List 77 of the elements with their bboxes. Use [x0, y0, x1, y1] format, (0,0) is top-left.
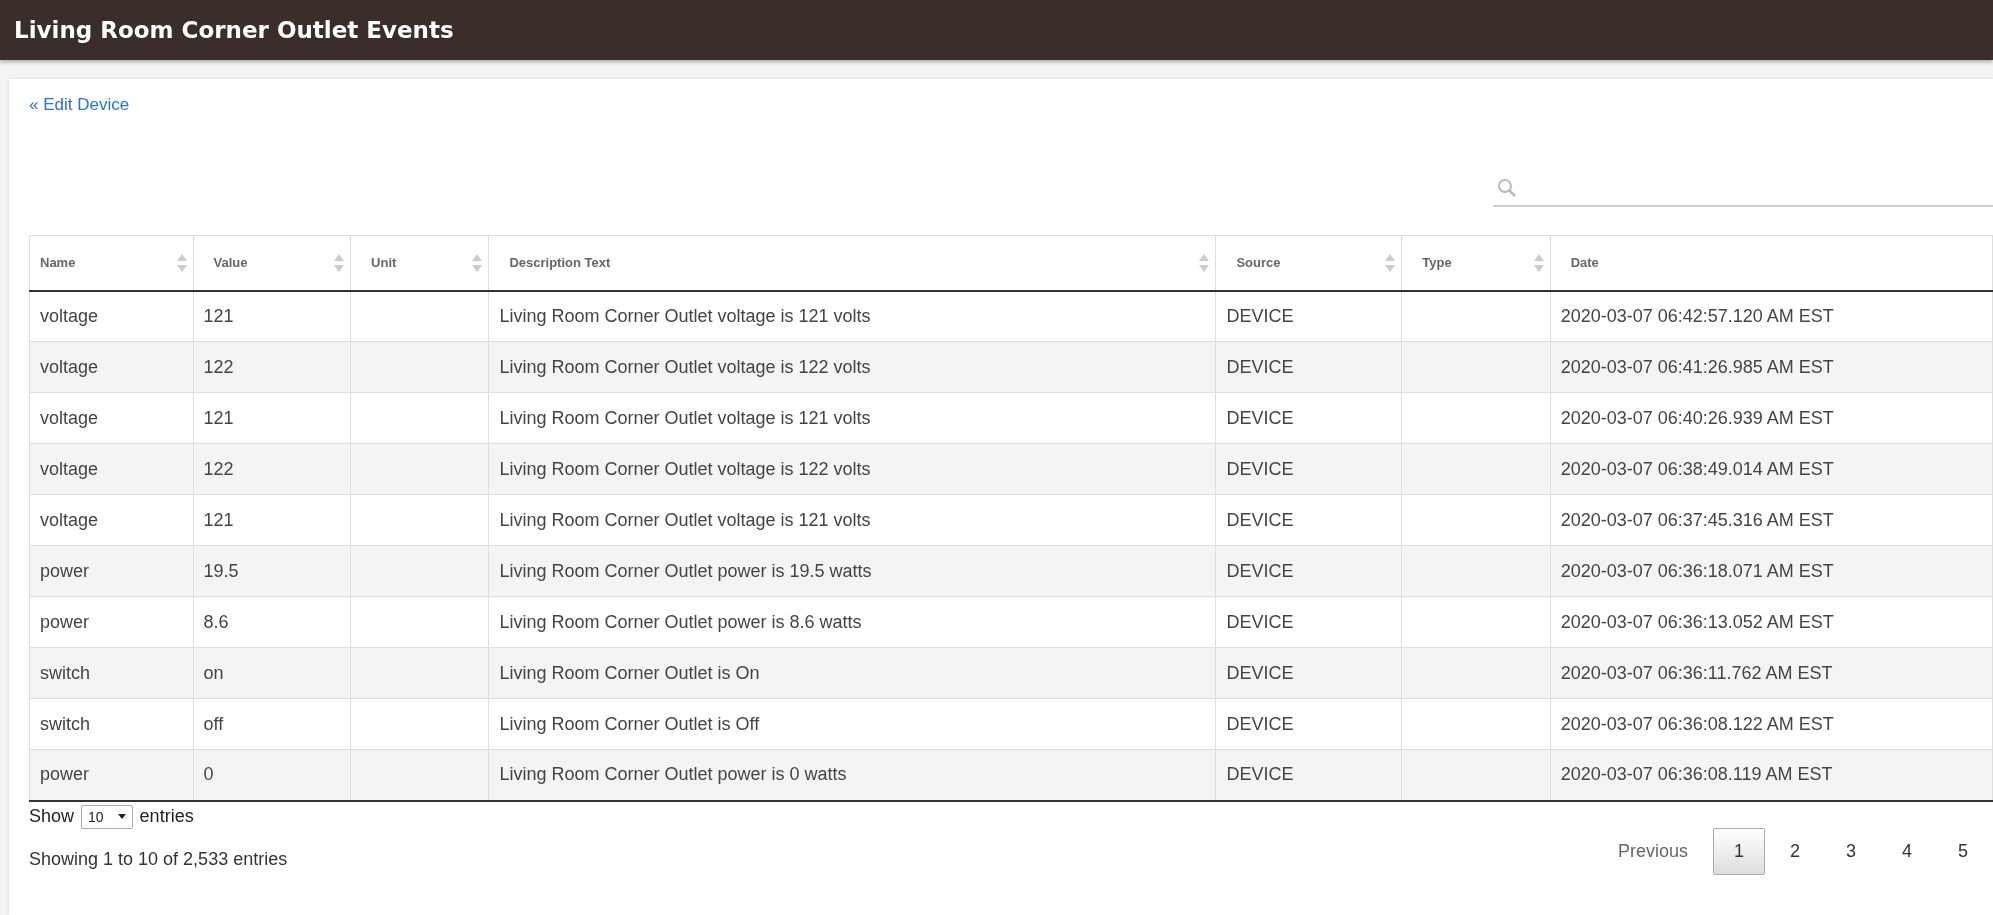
column-header[interactable]: Source — [1215, 235, 1402, 291]
entries-info: Showing 1 to 10 of 2,533 entries — [29, 848, 288, 870]
table-cell: Living Room Corner Outlet voltage is 121 volts — [488, 494, 1216, 546]
page-button[interactable]: 3 — [1824, 827, 1877, 875]
table-cell: 0 — [193, 749, 351, 801]
edit-device-link[interactable]: « Edit Device — [29, 95, 130, 114]
page-button[interactable]: 1 — [1712, 827, 1765, 875]
table-cell: 2020-03-07 06:36:08.119 AM EST — [1550, 749, 1993, 801]
table-cell: DEVICE — [1215, 392, 1402, 444]
sort-icon — [472, 254, 483, 272]
sort-icon — [1199, 254, 1210, 272]
table-cell: DEVICE — [1215, 290, 1402, 342]
page-button[interactable]: 4 — [1880, 827, 1933, 875]
search-icon — [1497, 178, 1517, 198]
sort-icon — [1533, 254, 1544, 272]
table-cell: DEVICE — [1215, 749, 1402, 801]
table-cell: 2020-03-07 06:42:57.120 AM EST — [1550, 290, 1993, 342]
table-cell: power — [29, 596, 194, 648]
table-cell: on — [193, 647, 351, 699]
page-button[interactable]: 5 — [1937, 827, 1989, 875]
table-cell: DEVICE — [1215, 545, 1402, 597]
table-cell: 8.6 — [193, 596, 351, 648]
table-cell: 19.5 — [193, 545, 351, 597]
table-cell: switch — [29, 698, 194, 750]
table-cell: Living Room Corner Outlet is On — [488, 647, 1216, 699]
table-cell: 121 — [193, 494, 351, 546]
sort-icon — [1385, 254, 1396, 272]
sort-icon — [176, 254, 187, 272]
previous-button[interactable]: Previous — [1596, 827, 1709, 875]
table-cell: Living Room Corner Outlet is Off — [488, 698, 1216, 750]
entries-label: entries — [139, 806, 194, 827]
table-cell: 121 — [193, 392, 351, 444]
table-cell: DEVICE — [1215, 341, 1402, 393]
column-header[interactable]: Unit — [350, 235, 489, 291]
page-button[interactable]: 2 — [1768, 827, 1821, 875]
table-cell: voltage — [29, 290, 194, 342]
table-cell: 2020-03-07 06:36:08.122 AM EST — [1550, 698, 1993, 750]
table-cell: 2020-03-07 06:37:45.316 AM EST — [1550, 494, 1993, 546]
table-cell: Living Room Corner Outlet voltage is 122 volts — [488, 443, 1216, 495]
table-cell: DEVICE — [1215, 647, 1402, 699]
table-cell: 2020-03-07 06:36:18.071 AM EST — [1550, 545, 1993, 597]
table-cell: 2020-03-07 06:36:11.762 AM EST — [1550, 647, 1993, 699]
entries-select[interactable]: 10 — [81, 804, 133, 829]
table-cell: power — [29, 545, 194, 597]
table-cell: 2020-03-07 06:38:49.014 AM EST — [1550, 443, 1993, 495]
table-cell: voltage — [29, 494, 194, 546]
table-cell: Living Room Corner Outlet voltage is 121 volts — [488, 392, 1216, 444]
table-cell: 122 — [193, 341, 351, 393]
show-label: Show — [29, 806, 75, 827]
table-cell: Living Room Corner Outlet voltage is 121 volts — [488, 290, 1216, 342]
table-cell: Living Room Corner Outlet power is 19.5 watts — [488, 545, 1216, 597]
table-cell: switch — [29, 647, 194, 699]
column-header[interactable]: Name — [29, 235, 194, 291]
table-cell: Living Room Corner Outlet voltage is 122 volts — [488, 341, 1216, 393]
column-header[interactable]: Value — [193, 235, 351, 291]
column-header[interactable]: Description Text — [488, 235, 1216, 291]
table-cell: voltage — [29, 392, 194, 444]
table-cell: 2020-03-07 06:41:26.985 AM EST — [1550, 341, 1993, 393]
table-cell: power — [29, 749, 194, 801]
table-cell: DEVICE — [1215, 494, 1402, 546]
table-cell: 2020-03-07 06:40:26.939 AM EST — [1550, 392, 1993, 444]
column-header[interactable]: Type — [1401, 235, 1551, 291]
caret-icon — [117, 814, 126, 819]
table-cell: Living Room Corner Outlet power is 0 watts — [488, 749, 1216, 801]
sort-icon — [334, 254, 345, 272]
table-cell: 2020-03-07 06:36:13.052 AM EST — [1550, 596, 1993, 648]
table-cell: DEVICE — [1215, 443, 1402, 495]
table-cell: DEVICE — [1215, 596, 1402, 648]
table-cell: 121 — [193, 290, 351, 342]
column-header[interactable]: Date — [1550, 235, 1993, 291]
table-cell: voltage — [29, 341, 194, 393]
table-cell: 122 — [193, 443, 351, 495]
table-cell: Living Room Corner Outlet power is 8.6 watts — [488, 596, 1216, 648]
table-cell: off — [193, 698, 351, 750]
page-title: Living Room Corner Outlet Events — [14, 17, 454, 43]
table-cell: voltage — [29, 443, 194, 495]
table-cell: DEVICE — [1215, 698, 1402, 750]
